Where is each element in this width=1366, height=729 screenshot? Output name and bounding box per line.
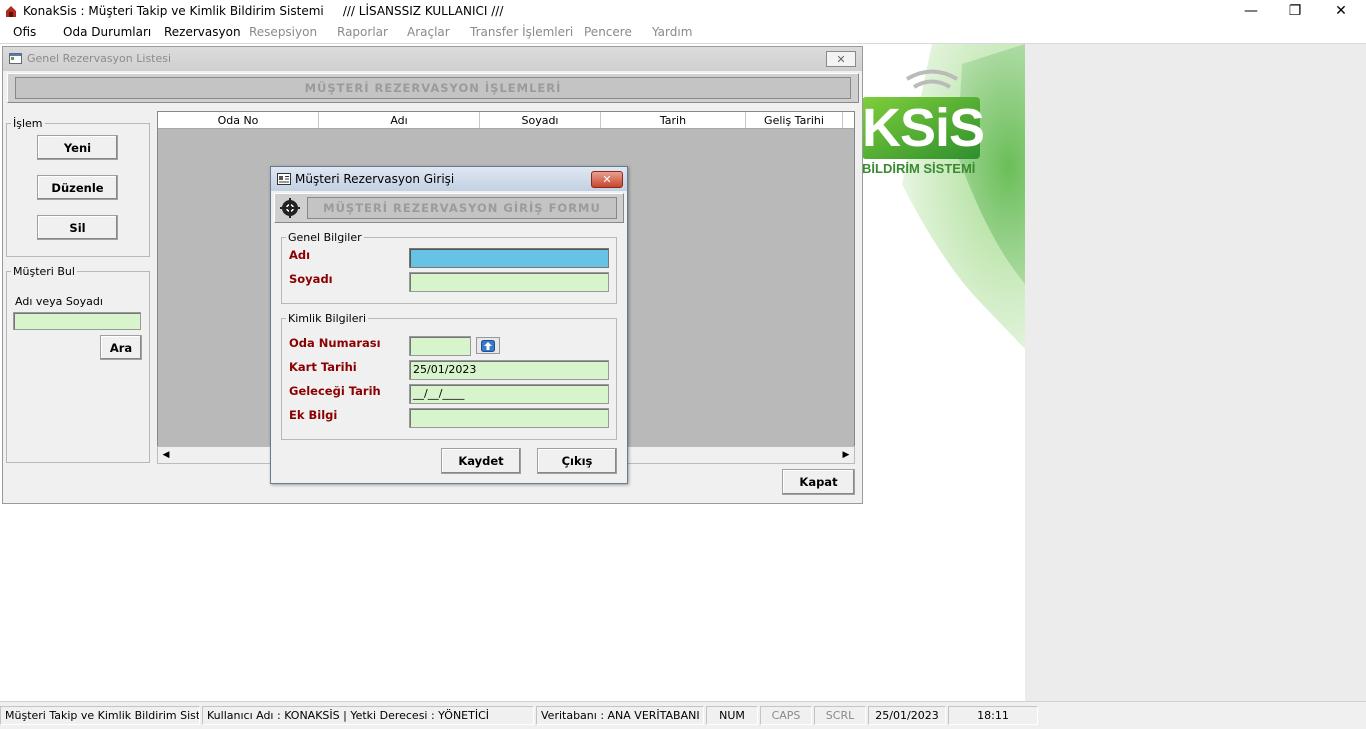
mdi-background <box>1025 44 1366 701</box>
menu-rezervasyon[interactable]: Rezervasyon <box>164 25 241 39</box>
menu-bar: Ofis Oda Durumları Rezervasyon Resepsiyo… <box>0 23 1366 44</box>
status-scrl: SCRL <box>814 706 866 725</box>
window-icon <box>9 53 22 64</box>
minimize-button[interactable]: — <box>1228 0 1274 22</box>
maximize-button[interactable]: ❐ <box>1272 0 1318 22</box>
name-input[interactable] <box>409 248 609 268</box>
find-input[interactable] <box>13 312 141 330</box>
menu-resepsiyon[interactable]: Resepsiyon <box>249 25 317 39</box>
menu-ofis[interactable]: Ofis <box>13 25 36 39</box>
edit-button[interactable]: Düzenle <box>37 175 118 200</box>
room-lookup-button[interactable] <box>476 337 500 354</box>
column-oda-no[interactable]: Oda No <box>158 112 319 128</box>
menu-araclar[interactable]: Araçlar <box>407 25 450 39</box>
general-info-label: Genel Bilgiler <box>288 231 362 244</box>
surname-label: Soyadı <box>289 272 333 286</box>
close-list-button[interactable]: Kapat <box>782 469 855 495</box>
column-gelis-tarihi[interactable]: Geliş Tarihi <box>746 112 843 128</box>
find-customer-group-label: Müşteri Bul <box>13 265 75 278</box>
scroll-right-icon[interactable]: ▶ <box>839 448 853 462</box>
column-adi[interactable]: Adı <box>319 112 480 128</box>
card-date-label: Kart Tarihi <box>289 360 357 374</box>
status-database: Veritabanı : ANA VERİTABANI <box>536 706 704 725</box>
window-title: KonakSis : Müşteri Takip ve Kimlik Bildi… <box>23 4 504 18</box>
new-button[interactable]: Yeni <box>37 135 118 160</box>
delete-button[interactable]: Sil <box>37 215 118 240</box>
room-number-label: Oda Numarası <box>289 336 381 350</box>
dialog-close-button[interactable]: ✕ <box>591 171 623 188</box>
exit-button[interactable]: Çıkış <box>537 448 617 474</box>
room-number-input[interactable] <box>409 336 471 356</box>
logo-graphic <box>862 44 1025 349</box>
logo-text: KSiS <box>862 98 985 158</box>
status-app-name: Müşteri Takip ve Kimlik Bildirim Sistemi <box>0 706 200 725</box>
app-icon <box>6 6 16 17</box>
dialog-icon <box>277 173 291 185</box>
search-button[interactable]: Ara <box>100 335 142 360</box>
arrival-date-input[interactable]: __/__/____ <box>409 384 609 404</box>
list-window-close-button[interactable]: ✕ <box>826 51 856 67</box>
column-soyadi[interactable]: Soyadı <box>480 112 601 128</box>
title-bar: KonakSis : Müşteri Takip ve Kimlik Bildi… <box>0 0 1366 23</box>
surname-input[interactable] <box>409 272 609 292</box>
menu-pencere[interactable]: Pencere <box>584 25 632 39</box>
extra-info-label: Ek Bilgi <box>289 408 338 422</box>
form-gear-icon <box>280 198 300 218</box>
arrival-date-label: Geleceği Tarih <box>289 384 381 398</box>
column-tarih[interactable]: Tarih <box>601 112 746 128</box>
status-bar: Müşteri Takip ve Kimlik Bildirim Sistemi… <box>0 701 1366 729</box>
list-window-title: Genel Rezervasyon Listesi <box>27 52 172 65</box>
islem-group-label: İşlem <box>13 117 43 130</box>
arrow-up-icon <box>481 339 495 352</box>
dialog-header-title: MÜŞTERİ REZERVASYON GİRİŞ FORMU <box>307 197 617 219</box>
status-time: 18:11 <box>948 706 1038 725</box>
find-label: Adı veya Soyadı <box>15 295 103 308</box>
dialog-titlebar[interactable]: Müşteri Rezervasyon Girişi ✕ <box>271 167 627 191</box>
logo-subtitle: BİLDİRİM SİSTEMİ <box>862 161 976 176</box>
list-header-title: MÜŞTERİ REZERVASYON İŞLEMLERİ <box>15 77 851 99</box>
menu-oda-durumlari[interactable]: Oda Durumları <box>63 25 151 39</box>
grid-header: Oda No Adı Soyadı Tarih Geliş Tarihi <box>158 112 854 129</box>
status-user: Kullanıcı Adı : KONAKSİS | Yetki Dereces… <box>202 706 534 725</box>
menu-yardim[interactable]: Yardım <box>652 25 692 39</box>
card-date-input[interactable]: 25/01/2023 <box>409 360 609 380</box>
name-label: Adı <box>289 248 311 262</box>
list-window-titlebar[interactable]: Genel Rezervasyon Listesi ✕ <box>3 47 862 71</box>
identity-info-label: Kimlik Bilgileri <box>288 312 367 325</box>
menu-transfer[interactable]: Transfer İşlemleri <box>470 25 573 39</box>
status-caps: CAPS <box>760 706 812 725</box>
dialog-title: Müşteri Rezervasyon Girişi <box>295 172 455 186</box>
reservation-entry-dialog: Müşteri Rezervasyon Girişi ✕ MÜŞTERİ REZ… <box>270 166 628 484</box>
save-button[interactable]: Kaydet <box>441 448 521 474</box>
extra-info-input[interactable] <box>409 408 609 428</box>
list-header-band: MÜŞTERİ REZERVASYON İŞLEMLERİ <box>7 73 859 103</box>
status-date: 25/01/2023 <box>868 706 946 725</box>
menu-raporlar[interactable]: Raporlar <box>337 25 388 39</box>
close-button[interactable]: ✕ <box>1318 0 1364 22</box>
dialog-header-band: MÜŞTERİ REZERVASYON GİRİŞ FORMU <box>274 193 624 223</box>
scroll-left-icon[interactable]: ◀ <box>159 448 173 462</box>
status-num: NUM <box>706 706 758 725</box>
background-logo: KSiS BİLDİRİM SİSTEMİ <box>862 44 1025 349</box>
